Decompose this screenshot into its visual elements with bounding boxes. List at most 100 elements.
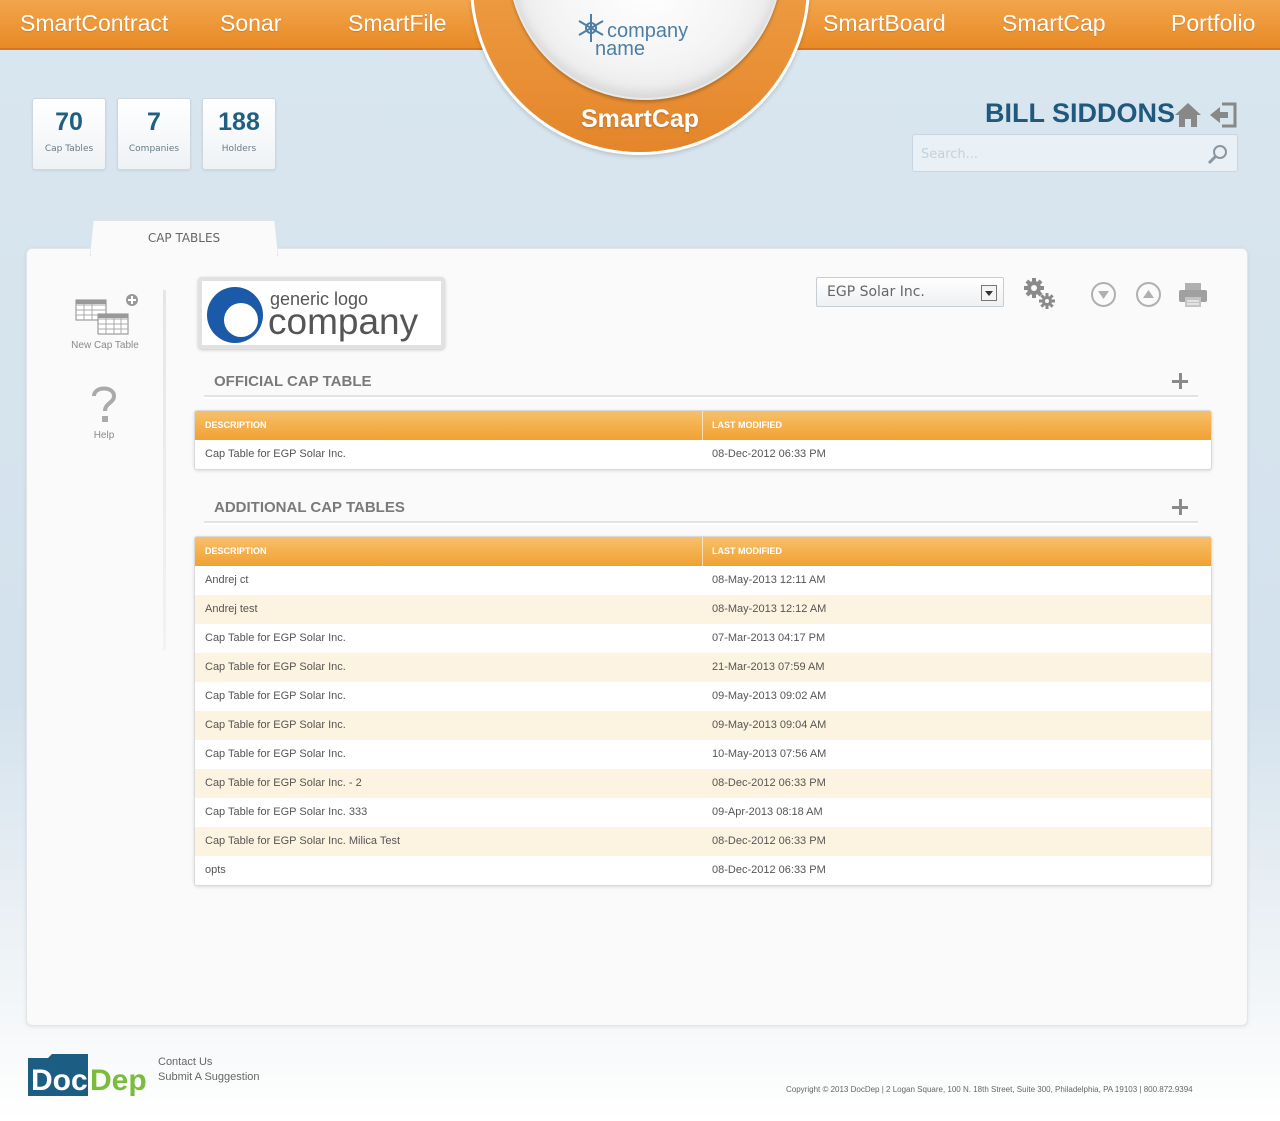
current-app-title: SmartCap <box>580 105 700 133</box>
table-row[interactable]: Cap Table for EGP Solar Inc. - 2 08-Dec-2… <box>195 769 1211 798</box>
search-icon[interactable] <box>1207 143 1229 165</box>
table-row[interactable]: opts 08-Dec-2012 06:33 PM <box>195 856 1211 885</box>
table-row[interactable]: Cap Table for EGP Solar Inc. 10-May-2013 … <box>195 740 1211 769</box>
stat-value: 188 <box>218 108 260 136</box>
column-separator <box>702 537 703 566</box>
stat-label: Holders <box>221 144 257 154</box>
print-icon[interactable] <box>1177 281 1209 309</box>
stat-value: 7 <box>147 108 161 136</box>
row-modified: 09-Apr-2013 08:18 AM <box>712 806 823 818</box>
column-separator <box>702 411 703 440</box>
help-label: Help <box>93 430 115 441</box>
row-description: Cap Table for EGP Solar Inc. - 2 <box>205 777 362 789</box>
search-box <box>912 134 1238 172</box>
column-last-modified[interactable]: LAST MODIFIED <box>712 546 782 556</box>
row-modified: 08-Dec-2012 06:33 PM <box>712 777 826 789</box>
question-mark-icon <box>92 386 117 422</box>
row-description: Cap Table for EGP Solar Inc. <box>205 661 346 673</box>
sidebar-divider <box>163 290 166 650</box>
new-table-icon <box>75 294 138 335</box>
table-row[interactable]: Cap Table for EGP Solar Inc. 333 09-Apr-2… <box>195 798 1211 827</box>
submit-suggestion-link[interactable]: Submit A Suggestion <box>158 1071 260 1083</box>
row-modified: 08-Dec-2012 06:33 PM <box>712 864 826 876</box>
stat-companies[interactable]: 7 Companies <box>117 98 191 170</box>
row-description: Cap Table for EGP Solar Inc. <box>205 719 346 731</box>
row-description: Andrej test <box>205 603 258 615</box>
table-row[interactable]: Cap Table for EGP Solar Inc. 09-May-2013 … <box>195 711 1211 740</box>
search-input[interactable] <box>921 143 1201 165</box>
settings-gears-icon[interactable] <box>1023 277 1057 311</box>
row-modified: 21-Mar-2013 07:59 AM <box>712 661 825 673</box>
table-row[interactable]: Cap Table for EGP Solar Inc. 09-May-2013 … <box>195 682 1211 711</box>
stat-value: 70 <box>55 108 83 136</box>
tab-cap-tables[interactable]: CAP TABLES <box>90 220 278 256</box>
chevron-down-icon[interactable] <box>981 285 997 301</box>
company-select[interactable]: EGP Solar Inc. <box>816 277 1004 307</box>
stat-cap-tables[interactable]: 70 Cap Tables <box>32 98 106 170</box>
add-additional-plus-icon[interactable] <box>1172 499 1188 515</box>
new-cap-table-label: New Cap Table <box>71 340 139 351</box>
row-description: Cap Table for EGP Solar Inc. <box>205 690 346 702</box>
contact-us-link[interactable]: Contact Us <box>158 1056 212 1068</box>
collapse-down-icon[interactable] <box>1090 281 1117 308</box>
docdep-logo-mark-icon: Doc Dep <box>28 1054 147 1097</box>
stat-holders[interactable]: 188 Holders <box>202 98 276 170</box>
svg-text:Doc: Doc <box>31 1064 88 1097</box>
column-description[interactable]: DESCRIPTION <box>205 420 267 430</box>
logout-icon[interactable] <box>1208 101 1238 129</box>
additional-cap-tables-title: ADDITIONAL CAP TABLES <box>214 499 405 516</box>
table-row[interactable]: Cap Table for EGP Solar Inc. 08-Dec-2012… <box>195 440 1211 469</box>
row-modified: 09-May-2013 09:02 AM <box>712 690 827 702</box>
table-row[interactable]: Andrej test 08-May-2013 12:12 AM <box>195 595 1211 624</box>
nav-smartcap[interactable]: SmartCap <box>1002 10 1106 37</box>
company-select-value: EGP Solar Inc. <box>827 284 925 300</box>
table-row[interactable]: Cap Table for EGP Solar Inc. 21-Mar-2013 … <box>195 653 1211 682</box>
stat-label: Companies <box>128 144 180 154</box>
official-cap-table-grid: DESCRIPTION LAST MODIFIED Cap Table for … <box>194 410 1212 470</box>
row-modified: 08-May-2013 12:11 AM <box>712 574 826 586</box>
stat-label: Cap Tables <box>44 144 94 154</box>
user-name: BILL SIDDONS <box>985 98 1176 128</box>
new-cap-table-button[interactable]: New Cap Table <box>70 292 140 351</box>
row-description: Cap Table for EGP Solar Inc. <box>205 632 346 644</box>
row-description: Cap Table for EGP Solar Inc. <box>205 448 346 460</box>
brand-line2: name <box>595 38 646 60</box>
expand-up-icon[interactable] <box>1135 281 1162 308</box>
grid-header: DESCRIPTION LAST MODIFIED <box>195 411 1211 440</box>
additional-cap-tables-header: ADDITIONAL CAP TABLES <box>204 495 1198 523</box>
row-description: Andrej ct <box>205 574 249 586</box>
row-modified: 07-Mar-2013 04:17 PM <box>712 632 826 644</box>
nav-sonar[interactable]: Sonar <box>220 10 281 37</box>
add-official-plus-icon[interactable] <box>1172 373 1188 389</box>
row-description: Cap Table for EGP Solar Inc. <box>205 748 346 760</box>
row-description: Cap Table for EGP Solar Inc. Milica Test <box>205 835 401 847</box>
docdep-logo[interactable]: Doc Dep <box>28 1054 147 1102</box>
column-description[interactable]: DESCRIPTION <box>205 546 267 556</box>
row-description: Cap Table for EGP Solar Inc. 333 <box>205 806 368 818</box>
row-description: opts <box>205 864 226 876</box>
brand-logo-text: company name <box>595 21 688 59</box>
help-button[interactable]: Help <box>84 384 124 441</box>
row-modified: 10-May-2013 07:56 AM <box>712 748 827 760</box>
table-row[interactable]: Andrej ct 08-May-2013 12:11 AM <box>195 566 1211 595</box>
nav-smartcontract[interactable]: SmartContract <box>20 10 168 37</box>
table-row[interactable]: Cap Table for EGP Solar Inc. Milica Test… <box>195 827 1211 856</box>
company-logo-line2: company <box>268 301 419 342</box>
official-cap-table-title: OFFICIAL CAP TABLE <box>214 373 372 390</box>
nav-portfolio[interactable]: Portfolio <box>1171 10 1255 37</box>
company-logo: generic logo company <box>198 277 445 349</box>
nav-smartboard[interactable]: SmartBoard <box>823 10 946 37</box>
official-cap-table-header: OFFICIAL CAP TABLE <box>204 369 1198 397</box>
grid-header: DESCRIPTION LAST MODIFIED <box>195 537 1211 566</box>
additional-cap-tables-grid: DESCRIPTION LAST MODIFIED Andrej ct 08-Ma… <box>194 536 1212 886</box>
row-modified: 08-May-2013 12:12 AM <box>712 603 827 615</box>
home-icon[interactable] <box>1173 101 1203 129</box>
column-last-modified[interactable]: LAST MODIFIED <box>712 420 782 430</box>
row-modified: 08-Dec-2012 06:33 PM <box>712 448 826 460</box>
nav-smartfile[interactable]: SmartFile <box>348 10 446 37</box>
copyright-text: Copyright © 2013 DocDep | 2 Logan Square… <box>786 1085 1193 1094</box>
table-row[interactable]: Cap Table for EGP Solar Inc. 07-Mar-2013 … <box>195 624 1211 653</box>
svg-text:Dep: Dep <box>90 1064 146 1097</box>
row-modified: 08-Dec-2012 06:33 PM <box>712 835 826 847</box>
company-logo-circle-icon <box>207 287 263 343</box>
